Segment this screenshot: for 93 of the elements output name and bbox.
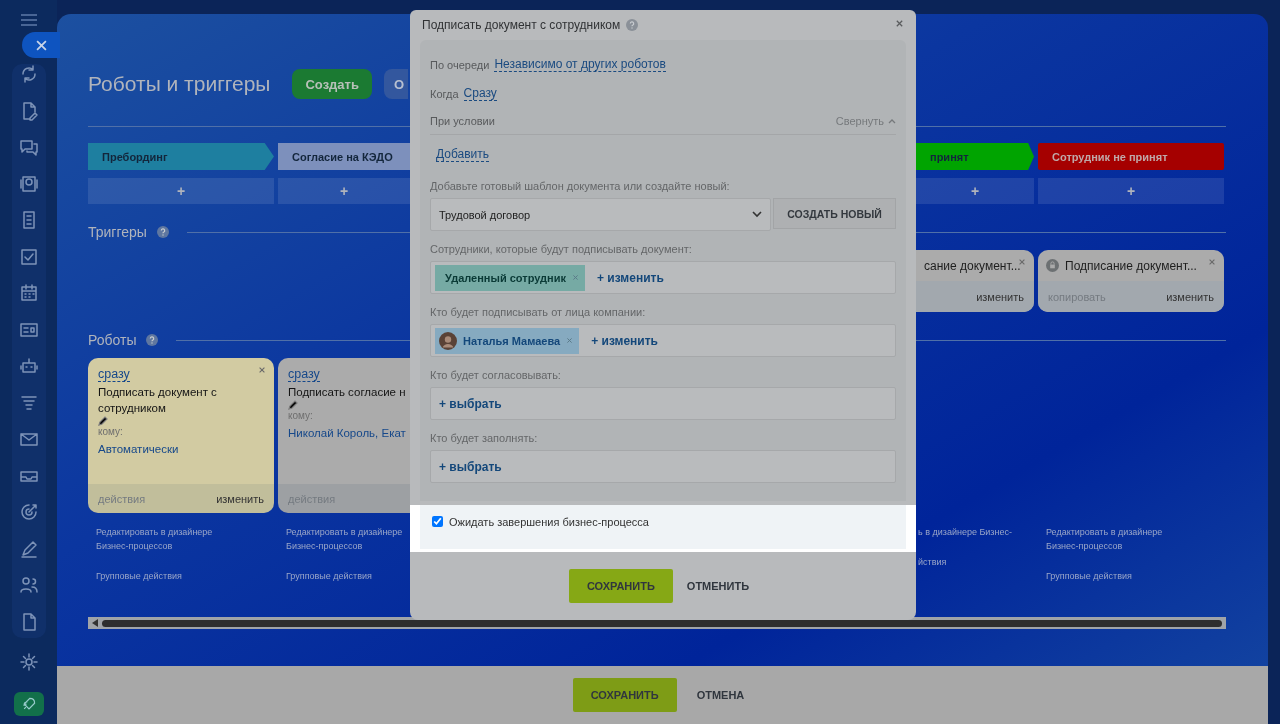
recipient-value: Автоматически bbox=[98, 443, 179, 455]
pen-icon[interactable] bbox=[18, 538, 39, 559]
picker-field[interactable]: + выбрать bbox=[430, 450, 896, 483]
target-icon[interactable] bbox=[18, 502, 39, 522]
when-link[interactable]: Сразу bbox=[463, 86, 497, 101]
robot-title: Подписать согласие н bbox=[288, 385, 406, 400]
checkbox-icon[interactable] bbox=[18, 246, 39, 267]
field-label: Кто будет подписывать от лица компании: bbox=[430, 306, 647, 318]
calendar-icon[interactable] bbox=[18, 283, 39, 303]
add-stage-item-button[interactable]: + bbox=[1038, 178, 1224, 204]
avatar-icon bbox=[439, 331, 457, 350]
people-icon[interactable] bbox=[18, 575, 39, 595]
recipient-value: Николай Король, Екат bbox=[288, 427, 406, 439]
robot-card[interactable]: сразу Подписать документ с сотрудником кому: Автоматически действия изменить bbox=[88, 358, 274, 513]
group-actions-link[interactable]: Групповые действия bbox=[286, 569, 410, 583]
section-heading: Триггеры bbox=[88, 224, 147, 240]
field-label: Когда bbox=[430, 87, 459, 100]
tag-label: Удаленный сотрудник bbox=[445, 271, 566, 284]
group-actions-link[interactable]: Групповые действия bbox=[1046, 569, 1170, 583]
page-title: Роботы и триггеры bbox=[88, 72, 271, 96]
close-icon[interactable] bbox=[1208, 258, 1216, 266]
scroll-left-icon[interactable] bbox=[92, 619, 98, 627]
wait-checkbox[interactable] bbox=[432, 516, 443, 527]
group-actions-link[interactable]: Групповые действия bbox=[96, 569, 220, 583]
designer-link[interactable]: Редактировать в дизайнере Бизнес-процессов bbox=[286, 525, 410, 553]
designer-link[interactable]: ь в дизайнере Бизнес- bbox=[918, 525, 1034, 539]
picker-field[interactable]: Наталья Мамаева + изменить bbox=[430, 324, 896, 357]
timing-link[interactable]: сразу bbox=[288, 367, 320, 382]
robot-icon[interactable] bbox=[18, 356, 39, 376]
close-button[interactable] bbox=[22, 32, 60, 58]
picker-action-link[interactable]: + выбрать bbox=[435, 396, 506, 411]
tag-label: Наталья Мамаева bbox=[463, 334, 561, 347]
pencil-icon[interactable] bbox=[98, 416, 108, 426]
create-button[interactable]: Создать bbox=[292, 69, 372, 99]
save-button[interactable]: СОХРАНИТЬ bbox=[568, 569, 673, 603]
picker-action-link[interactable]: + изменить bbox=[587, 333, 662, 348]
field-label: Кто будет заполнять: bbox=[430, 432, 539, 444]
close-icon[interactable] bbox=[258, 366, 266, 374]
designer-link[interactable]: Редактировать в дизайнере Бизнес-процессов bbox=[1046, 525, 1170, 553]
edit-link[interactable]: изменить bbox=[1166, 290, 1214, 303]
help-icon[interactable] bbox=[156, 226, 169, 238]
chevron-down-icon bbox=[752, 211, 762, 218]
field-label: По очереди bbox=[430, 58, 490, 71]
save-button[interactable]: СОХРАНИТЬ bbox=[572, 678, 677, 712]
timing-link[interactable]: сразу bbox=[98, 367, 130, 382]
close-icon[interactable] bbox=[1018, 258, 1026, 266]
picker-action-link[interactable]: + выбрать bbox=[435, 459, 506, 474]
order-link[interactable]: Независимо от других роботов bbox=[494, 57, 666, 72]
chevron-up-icon[interactable] bbox=[888, 118, 896, 124]
picker-field[interactable]: Удаленный сотрудник + изменить bbox=[430, 261, 896, 294]
close-icon[interactable] bbox=[895, 19, 904, 28]
edit-link[interactable]: изменить bbox=[216, 492, 264, 505]
edit-link[interactable]: изменить bbox=[976, 290, 1024, 303]
lock-icon bbox=[1046, 259, 1059, 272]
add-stage-item-button[interactable]: + bbox=[88, 178, 274, 204]
cancel-button[interactable]: ОТМЕНА bbox=[688, 689, 753, 701]
section-heading: Роботы bbox=[88, 332, 137, 348]
help-icon[interactable] bbox=[146, 334, 159, 346]
stage-header[interactable]: Сотрудник не принят bbox=[1038, 143, 1224, 170]
trigger-title: Подписание документ... bbox=[1065, 258, 1197, 273]
group-actions-link[interactable]: йствия bbox=[918, 555, 1034, 569]
field-label: Сотрудники, которые будут подписывать документ: bbox=[430, 243, 693, 255]
picker-field[interactable]: + выбрать bbox=[430, 387, 896, 420]
trigger-title: сание документ... bbox=[924, 258, 1021, 273]
selected-tag[interactable]: Наталья Мамаева bbox=[435, 327, 580, 354]
cancel-button[interactable]: ОТМЕНИТЬ bbox=[678, 580, 758, 592]
picker-action-link[interactable]: + изменить bbox=[593, 270, 668, 285]
contact-icon[interactable] bbox=[18, 173, 39, 194]
menu-icon[interactable] bbox=[20, 14, 37, 26]
field-label: Добавьте готовый шаблон документа или создайте новый: bbox=[430, 180, 731, 192]
rocket-button[interactable] bbox=[13, 691, 44, 716]
stage-header[interactable]: Согласие на КЭДО bbox=[278, 143, 410, 170]
template-select[interactable]: Трудовой договор bbox=[430, 198, 771, 231]
recipient-label: кому: bbox=[98, 426, 123, 437]
dialog-title: Подписать документ с сотрудником bbox=[422, 18, 621, 32]
chat-icon[interactable] bbox=[18, 137, 39, 157]
create-new-button[interactable]: СОЗДАТЬ НОВЫЙ bbox=[773, 198, 896, 229]
add-stage-item-button[interactable]: + bbox=[916, 178, 1034, 204]
pencil-icon[interactable] bbox=[288, 400, 298, 410]
add-condition-link[interactable]: Добавить bbox=[436, 147, 490, 162]
stage-header[interactable]: принят bbox=[916, 143, 1034, 170]
field-label: При условии bbox=[430, 115, 495, 127]
close-icon bbox=[35, 39, 47, 51]
toolbar-button[interactable]: О bbox=[383, 69, 408, 99]
field-label: Кто будет согласовывать: bbox=[430, 369, 562, 381]
robot-title: Подписать документ с сотрудником bbox=[98, 385, 218, 416]
stage-header[interactable]: Пребординг bbox=[88, 143, 274, 170]
add-stage-item-button[interactable]: + bbox=[278, 178, 410, 204]
selected-tag[interactable]: Удаленный сотрудник bbox=[435, 264, 585, 291]
checkbox-label: Ожидать завершения бизнес-процесса bbox=[449, 516, 649, 528]
designer-link[interactable]: Редактировать в дизайнере Бизнес-процессов bbox=[96, 525, 220, 553]
trigger-card[interactable]: сание документ... изменить bbox=[916, 250, 1034, 312]
recipient-label: кому: bbox=[288, 410, 313, 421]
